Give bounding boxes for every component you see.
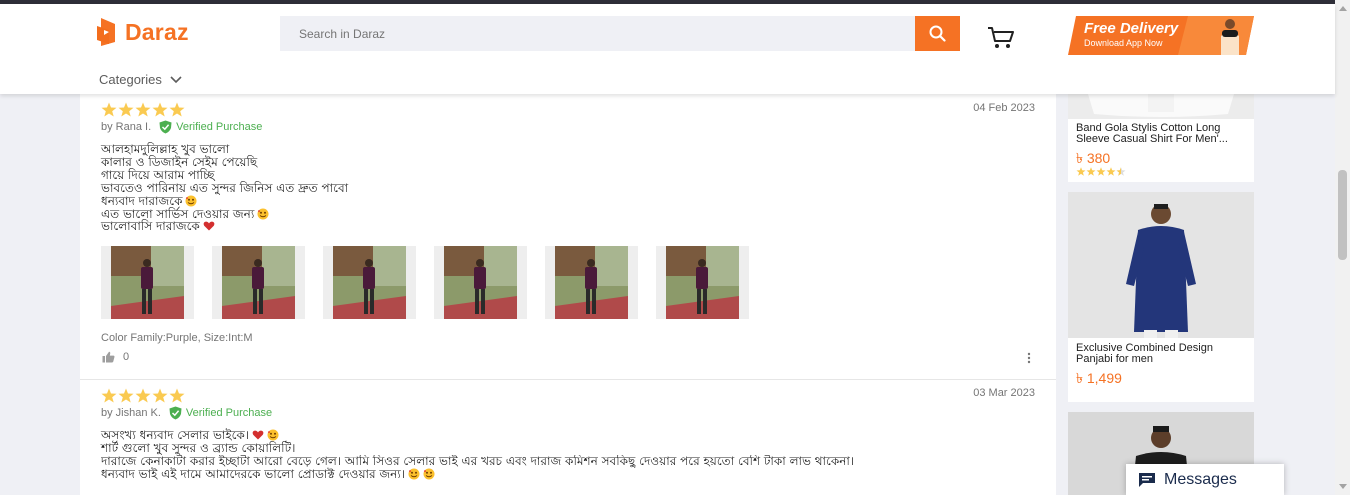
review-photos — [101, 246, 749, 319]
star-half-icon — [1116, 167, 1126, 176]
messages-label: Messages — [1164, 470, 1237, 488]
smiling-hearts-face-icon — [423, 468, 435, 480]
red-heart-icon — [252, 430, 264, 440]
review-line-text: আলহামদুলিল্লাহ খুব ভালো — [101, 142, 230, 156]
review-card: 04 Feb 2023 by Rana I. Verified Purchase… — [80, 94, 1056, 380]
scroll-down-arrow-icon[interactable] — [1339, 484, 1347, 489]
red-heart-icon — [203, 222, 215, 231]
search-icon — [929, 25, 946, 42]
verified-purchase: Verified Purchase — [169, 406, 272, 420]
product-price: ৳ 1,499 — [1076, 370, 1122, 386]
review-line-text: ভাবতেও পারিনায় এত সুন্দর জিনিস এত দ্রুত… — [101, 180, 349, 195]
review-photo[interactable] — [101, 246, 194, 319]
categories-menu[interactable]: Categories — [99, 72, 182, 87]
free-delivery-banner[interactable]: Free Delivery Download App Now — [1068, 16, 1254, 55]
star-icon — [1076, 167, 1086, 176]
scroll-up-arrow-icon[interactable] — [1339, 6, 1347, 11]
review-text: আলহামদুলিল্লাহ খুব ভালো কালার ও ডিজাইন স… — [101, 143, 348, 233]
product-rating — [1076, 167, 1126, 176]
star-icon — [118, 102, 134, 117]
product-card[interactable]: Exclusive Combined Design Panjabi for me… — [1068, 192, 1254, 402]
review-line-text: ধন্যবাদ দারাজকে — [101, 193, 183, 208]
more-options-icon[interactable] — [1026, 352, 1032, 364]
categories-label: Categories — [99, 72, 162, 87]
star-icon — [135, 102, 151, 117]
messages-button[interactable]: Messages — [1126, 464, 1284, 495]
review-date: 03 Mar 2023 — [973, 387, 1035, 399]
review-text: অসংখ্য ধন্যবাদ সেলার ভাইকে। শার্ট গুলো খ… — [101, 429, 854, 481]
promo-model-image — [1221, 19, 1239, 55]
review-photo[interactable] — [656, 246, 749, 319]
review-line-text: কালার ও ডিজাইন সেইম পেয়েছি — [101, 154, 258, 169]
product-title: Band Gola Stylis Cotton Long Sleeve Casu… — [1076, 122, 1228, 145]
review-line-text: ধন্যবাদ ভাই এই দামে আমাদেরকে ভালো প্রোডা… — [101, 466, 406, 481]
review-line-text: গায়ে দিয়ে আরাম পাচ্ছি — [101, 167, 215, 182]
review-sku: Color Family:Purple, Size:Int:M — [101, 332, 253, 344]
site-header: Daraz Free Delivery Download App Now Cat… — [0, 4, 1335, 94]
cart-icon[interactable] — [986, 24, 1016, 50]
star-icon — [152, 388, 168, 403]
reviews-list: 04 Feb 2023 by Rana I. Verified Purchase… — [80, 94, 1056, 495]
recommended-products: Band Gola Stylis Cotton Long Sleeve Casu… — [1068, 94, 1254, 495]
review-line-text: অসংখ্য ধন্যবাদ সেলার ভাইকে। — [101, 428, 250, 442]
search-bar — [280, 16, 960, 51]
logo-text: Daraz — [125, 18, 189, 45]
star-icon — [1106, 167, 1116, 176]
star-icon — [169, 388, 185, 403]
like-count: 0 — [123, 351, 130, 363]
review-byline: by Rana I. Verified Purchase — [101, 120, 262, 134]
daraz-logo-icon — [97, 18, 115, 46]
promo-title: Free Delivery — [1084, 20, 1179, 37]
review-line-text: শার্ট গুলো খুব সুন্দর ও ব্র্যান্ড কোয়াল… — [101, 440, 296, 455]
review-photo[interactable] — [545, 246, 638, 319]
search-input[interactable] — [280, 16, 915, 51]
product-card[interactable]: Band Gola Stylis Cotton Long Sleeve Casu… — [1068, 94, 1254, 182]
verified-purchase: Verified Purchase — [159, 120, 262, 134]
star-icon — [135, 388, 151, 403]
scrollbar-thumb[interactable] — [1338, 170, 1347, 260]
product-image — [1068, 192, 1254, 338]
star-icon — [1086, 167, 1096, 176]
product-image — [1068, 94, 1254, 119]
star-icon — [101, 102, 117, 117]
review-photo[interactable] — [323, 246, 416, 319]
star-icon — [118, 388, 134, 403]
verified-label: Verified Purchase — [185, 407, 273, 419]
review-byline: by Jishan K. Verified Purchase — [101, 406, 272, 420]
review-line-text: এত ভালো সার্ভিস দেওয়ার জন্য — [101, 206, 255, 221]
smiling-hearts-face-icon — [267, 429, 279, 441]
chevron-down-icon — [170, 75, 182, 83]
like-button[interactable]: 0 — [102, 351, 129, 363]
star-rating — [101, 102, 185, 117]
review-author: by Jishan K. — [101, 407, 161, 419]
review-line: ভালোবাসি দারাজকে — [101, 220, 348, 233]
verified-shield-icon — [159, 120, 172, 134]
review-photo[interactable] — [212, 246, 305, 319]
star-rating — [101, 388, 185, 403]
star-icon — [101, 388, 117, 403]
verified-label: Verified Purchase — [176, 121, 263, 133]
star-icon — [152, 102, 168, 117]
review-photo[interactable] — [434, 246, 527, 319]
star-icon — [1096, 167, 1106, 176]
star-icon — [169, 102, 185, 117]
review-date: 04 Feb 2023 — [973, 102, 1035, 114]
page-scrollbar[interactable] — [1335, 0, 1350, 495]
verified-shield-icon — [169, 406, 182, 420]
product-title: Exclusive Combined Design Panjabi for me… — [1076, 342, 1213, 365]
review-line-text: ভালোবাসি দারাজকে — [101, 219, 200, 234]
review-line: ধন্যবাদ ভাই এই দামে আমাদেরকে ভালো প্রোডা… — [101, 466, 854, 481]
chat-icon — [1139, 472, 1155, 487]
promo-subtitle: Download App Now — [1084, 38, 1163, 48]
daraz-logo[interactable]: Daraz — [95, 16, 189, 48]
thumbs-up-icon — [102, 351, 115, 363]
smiling-hearts-face-icon — [257, 208, 269, 220]
review-line: শার্ট গুলো খুব সুন্দর ও ব্র্যান্ড কোয়াল… — [101, 440, 854, 455]
review-card: 03 Mar 2023 by Jishan K. Verified Purcha… — [80, 381, 1056, 495]
smiling-hearts-face-icon — [185, 195, 197, 207]
review-author: by Rana I. — [101, 121, 152, 133]
search-button[interactable] — [915, 16, 960, 51]
smiling-hearts-face-icon — [408, 468, 420, 480]
